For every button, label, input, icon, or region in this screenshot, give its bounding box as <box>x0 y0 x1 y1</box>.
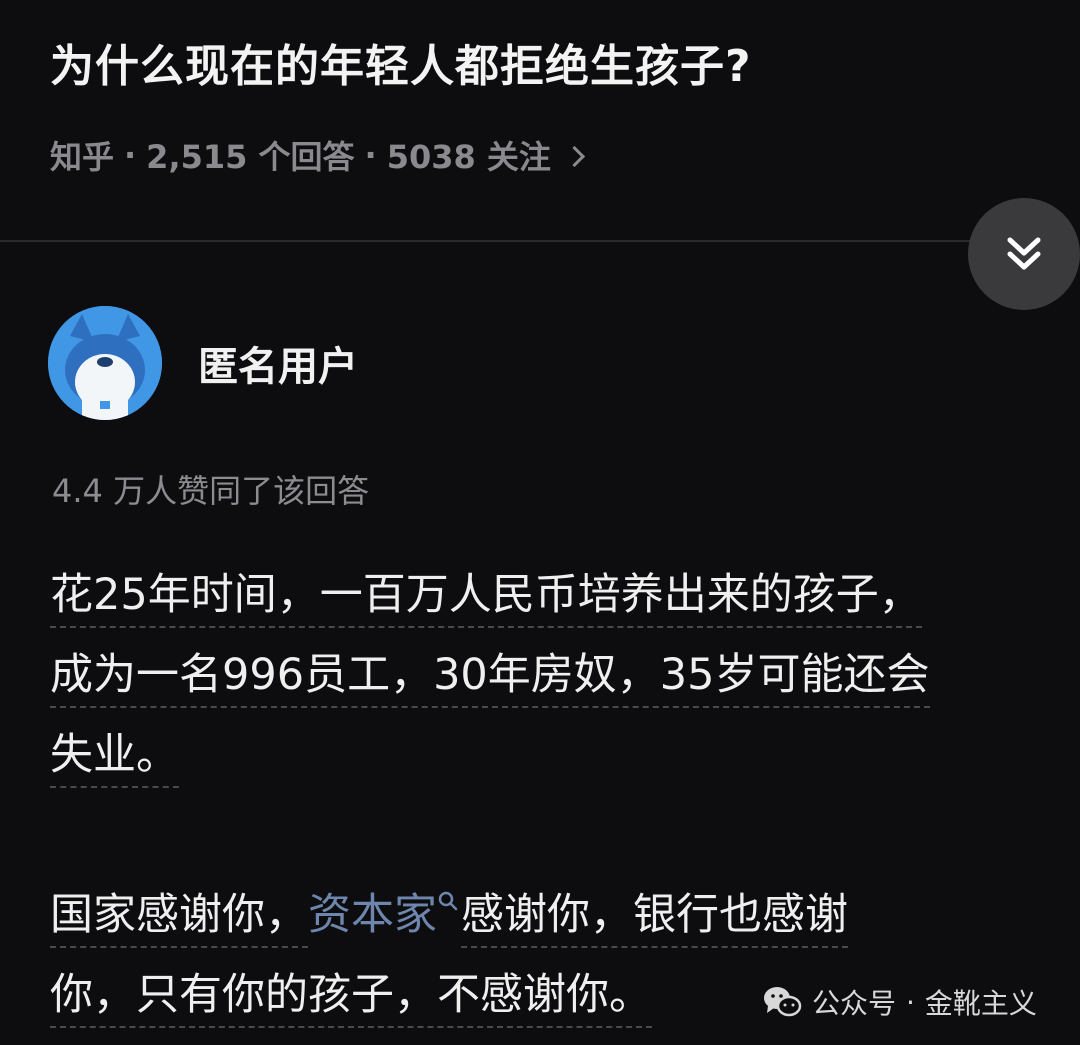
answer-line: 成为一名996员工，30年房奴，35岁可能还会 <box>50 638 1060 718</box>
like-count: 4.4 万人赞同了该回答 <box>52 472 370 510</box>
search-icon[interactable] <box>437 890 459 912</box>
answer-text: 花25年时间，一百万人民币培养出来的孩子， <box>50 570 922 628</box>
answer-line: 失业。 <box>50 718 1060 798</box>
answer-text: 感谢你，银行也感谢 <box>461 890 848 948</box>
answer-page: 为什么现在的年轻人都拒绝生孩子? 知乎 · 2,515 个回答 · 5038 关… <box>0 0 1080 1045</box>
answer-author[interactable]: 匿名用户 <box>48 306 358 420</box>
answer-text: 失业。 <box>50 730 179 788</box>
answer-count: 2,515 个回答 <box>146 138 355 176</box>
answer-line: 国家感谢你，资本家 感谢你，银行也感谢 <box>50 878 1060 958</box>
watermark-separator: · <box>906 985 915 1019</box>
watermark: 公众号 · 金靴主义 <box>762 982 1037 1022</box>
answer-body: 花25年时间，一百万人民币培养出来的孩子， 成为一名996员工，30年房奴，35… <box>50 558 1060 1038</box>
wechat-icon <box>764 987 802 1017</box>
site-name: 知乎 <box>50 138 115 176</box>
divider <box>0 240 975 242</box>
author-name[interactable]: 匿名用户 <box>198 334 358 392</box>
search-link[interactable]: 资本家 <box>308 890 437 940</box>
question-meta[interactable]: 知乎 · 2,515 个回答 · 5038 关注 <box>50 132 586 178</box>
meta-separator: · <box>364 136 377 174</box>
question-title[interactable]: 为什么现在的年轻人都拒绝生孩子? <box>50 30 752 94</box>
watermark-label: 公众号 <box>812 987 897 1020</box>
collapse-double-chevron-icon <box>1007 237 1041 270</box>
meta-separator: · <box>124 136 137 174</box>
answer-text: 你，只有你的孩子，不感谢你。 <box>50 970 652 1028</box>
avatar-husky-icon <box>48 306 162 420</box>
follow-count: 5038 关注 <box>386 138 551 176</box>
chevron-right-icon <box>563 145 586 167</box>
answer-text: 成为一名996员工，30年房奴，35岁可能还会 <box>50 650 930 708</box>
avatar[interactable] <box>48 306 162 420</box>
collapse-button[interactable] <box>968 198 1080 310</box>
answer-line: 花25年时间，一百万人民币培养出来的孩子， <box>50 558 1060 638</box>
answer-text: 国家感谢你， <box>50 890 308 948</box>
watermark-account: 金靴主义 <box>924 987 1037 1020</box>
